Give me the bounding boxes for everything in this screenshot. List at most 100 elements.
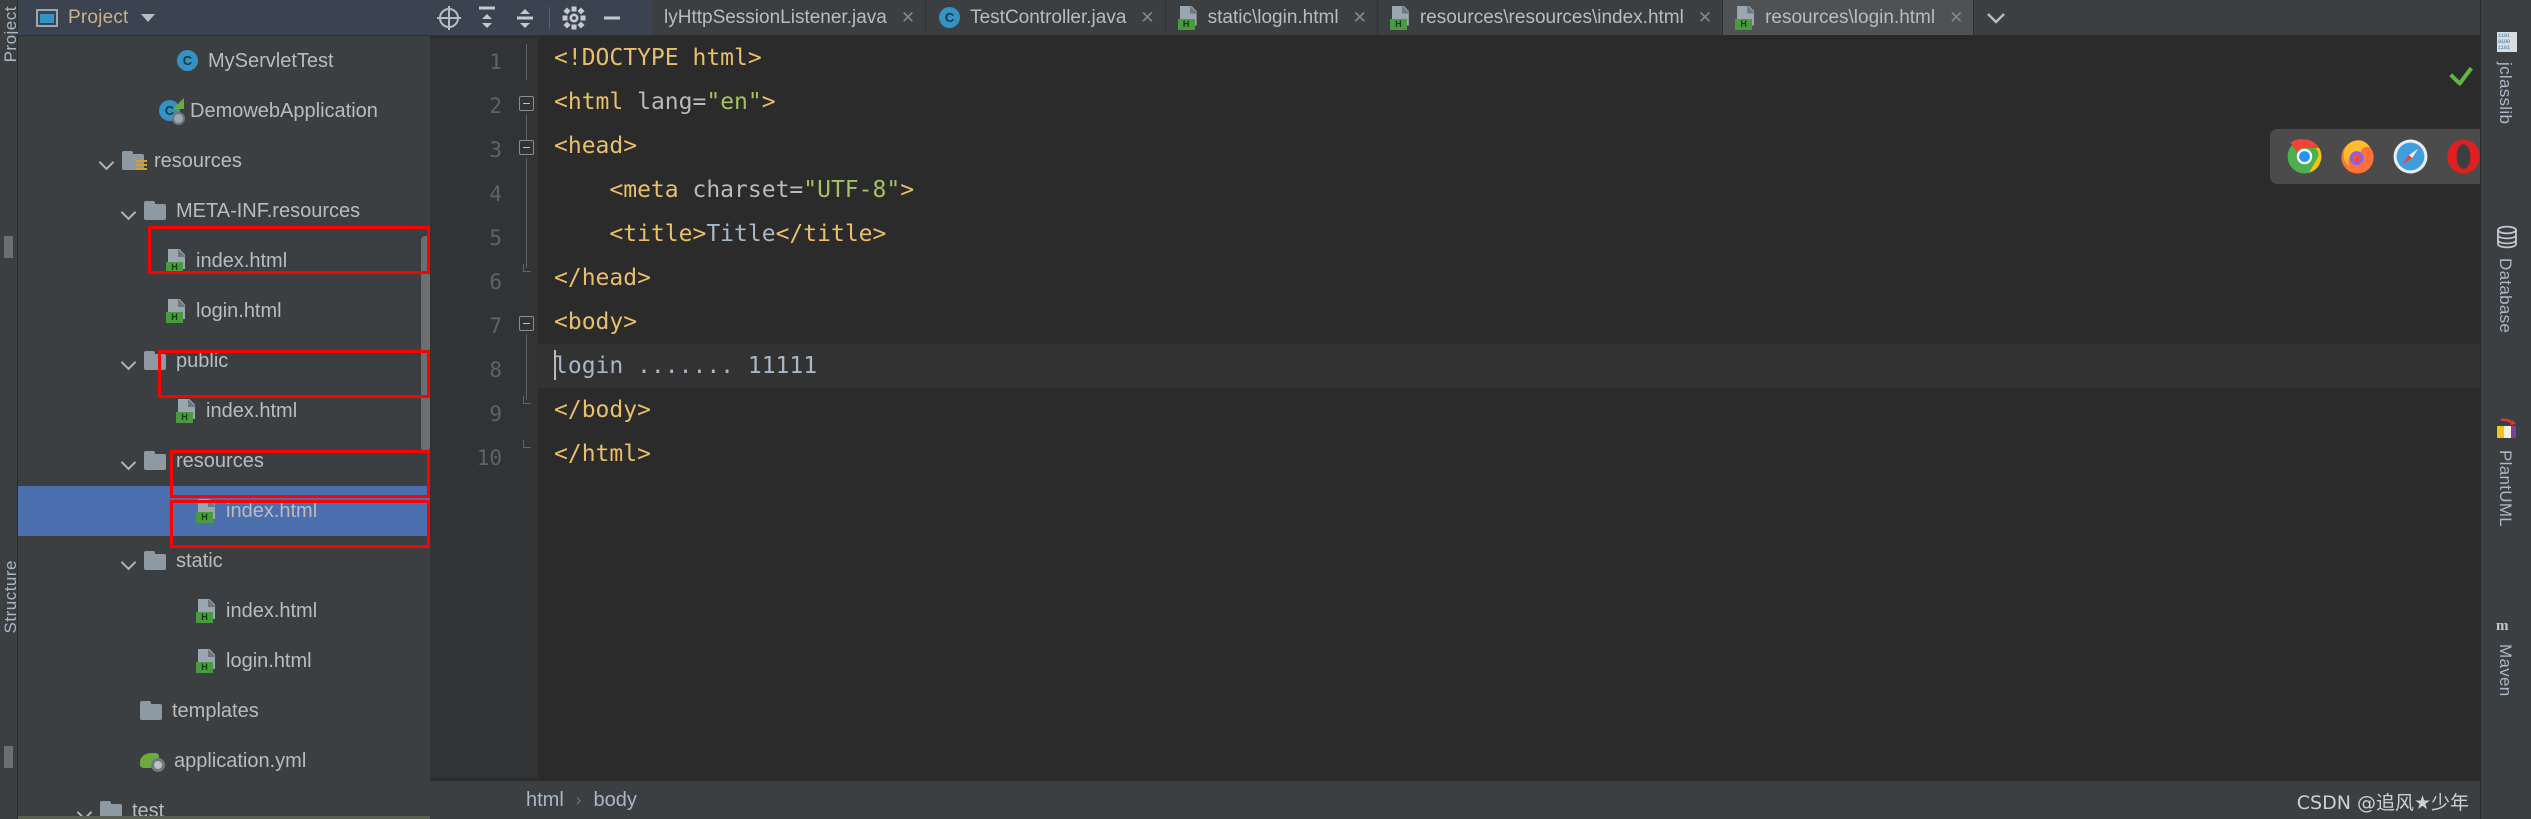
tree-item-label: login.html [196, 299, 282, 322]
tree-item-myservlettest[interactable]: C MyServletTest [18, 36, 430, 86]
code-line-6: </head> [554, 265, 651, 291]
tree-item-public[interactable]: public [18, 336, 430, 386]
tree-item-index-html-public[interactable]: H index.html [18, 386, 430, 436]
breadcrumb-separator-icon: › [575, 790, 582, 809]
editor-tab-active[interactable]: H resources\login.html ✕ [1723, 0, 1975, 35]
fold-marker-head[interactable] [519, 140, 534, 155]
right-tool-plantuml[interactable]: PlantUML [2495, 450, 2515, 527]
fold-marker-html[interactable] [519, 96, 534, 111]
tree-item-templates[interactable]: templates [18, 686, 430, 736]
right-tool-jclasslib[interactable]: jclasslib [2495, 62, 2515, 124]
tree-item-index-html-metainf[interactable]: H index.html [18, 236, 430, 286]
safari-browser-icon[interactable] [2392, 138, 2429, 175]
chevron-down-icon[interactable] [118, 350, 140, 372]
tree-item-static[interactable]: static [18, 536, 430, 586]
tree-item-label: index.html [206, 399, 298, 422]
tab-label: TestController.java [970, 6, 1127, 28]
html-file-icon: H [1389, 5, 1412, 30]
right-tool-database[interactable]: Database [2495, 258, 2515, 333]
html-file-icon: H [166, 249, 188, 273]
code-line-10: </html> [554, 441, 651, 467]
chevron-down-icon[interactable] [118, 450, 140, 472]
line-number: 10 [476, 446, 502, 470]
check-ok-icon [2448, 62, 2474, 88]
chrome-browser-icon[interactable] [2286, 138, 2323, 175]
fold-end-html [523, 440, 531, 448]
close-icon[interactable]: ✕ [1140, 8, 1154, 28]
html-file-icon: H [196, 499, 218, 523]
opera-browser-icon[interactable] [2445, 138, 2482, 175]
tree-item-demowebapplication[interactable]: C DemowebApplication [18, 86, 430, 136]
code-line-5: <title>Title</title> [554, 221, 887, 247]
tree-item-label: META-INF.resources [176, 199, 361, 222]
project-panel-header[interactable]: Project [18, 0, 430, 36]
editor-tab[interactable]: H resources\resources\index.html ✕ [1378, 0, 1724, 35]
tree-item-resources-root[interactable]: resources [18, 136, 430, 186]
breadcrumb-item-body[interactable]: body [593, 789, 636, 812]
java-class-icon: C [176, 49, 200, 73]
chevron-down-icon[interactable] [140, 13, 155, 22]
chevron-down-icon[interactable] [118, 200, 140, 222]
tree-item-resources-nested[interactable]: resources [18, 436, 430, 486]
editor-fold-column[interactable] [516, 36, 538, 781]
editor-tab[interactable]: lyHttpSessionListener.java ✕ [652, 0, 927, 35]
svg-text:1101: 1101 [2498, 45, 2510, 51]
tree-item-test[interactable]: test [18, 786, 430, 819]
tree-item-label: static [176, 549, 223, 572]
tree-item-index-html-static[interactable]: H index.html [18, 586, 430, 636]
tree-item-login-html-metainf[interactable]: H login.html [18, 286, 430, 336]
project-toolbar [430, 0, 652, 36]
tree-item-meta-inf-resources[interactable]: META-INF.resources [18, 186, 430, 236]
tree-scrollbar[interactable] [421, 236, 430, 451]
editor-gutter: 1 2 3 4 5 6 7 8 9 10 [430, 36, 516, 781]
collapse-all-icon[interactable] [506, 0, 544, 36]
tree-item-index-html-resources-selected[interactable]: H index.html [18, 486, 430, 536]
tree-item-label: login.html [226, 649, 312, 672]
line-number: 2 [489, 94, 502, 118]
line-number: 6 [489, 270, 502, 294]
code-line-4: <meta charset="UTF-8"> [554, 177, 915, 203]
editor-tab-bar: lyHttpSessionListener.java ✕ C TestContr… [652, 0, 2531, 36]
tab-label: static\login.html [1207, 6, 1339, 28]
code-content[interactable]: <!DOCTYPE html> <html lang="en"> <head> … [538, 36, 2480, 781]
editor-tab[interactable]: C TestController.java ✕ [926, 0, 1166, 35]
tree-item-application-yml[interactable]: application.yml [18, 736, 430, 786]
close-icon[interactable]: ✕ [901, 8, 915, 28]
tree-item-label: MyServletTest [208, 49, 334, 72]
fold-marker-body[interactable] [519, 316, 534, 331]
watermark: CSDN @追风★少年 [2296, 792, 2469, 814]
breadcrumb-item-html[interactable]: html [526, 789, 564, 812]
firefox-browser-icon[interactable] [2339, 138, 2376, 175]
html-file-icon: H [196, 649, 218, 673]
locate-icon[interactable] [430, 0, 468, 36]
tree-item-label: public [176, 349, 229, 372]
close-icon[interactable]: ✕ [1353, 8, 1367, 28]
code-editor[interactable]: 1 2 3 4 5 6 7 8 9 10 <!DOCTYPE html> <ht… [430, 36, 2531, 781]
tab-overflow-chevron-down-icon[interactable] [1974, 0, 2018, 35]
hide-panel-icon[interactable] [593, 0, 631, 36]
panel-resize-handle-top[interactable] [4, 236, 13, 258]
project-tree[interactable]: C MyServletTest C DemowebApplication res… [18, 36, 430, 819]
tab-label: resources\resources\index.html [1419, 6, 1684, 28]
folder-icon [144, 201, 168, 221]
code-line-7: <body> [554, 309, 638, 335]
line-number: 9 [489, 402, 502, 426]
chevron-down-icon[interactable] [96, 150, 118, 172]
settings-gear-icon[interactable] [555, 0, 593, 36]
expand-all-icon[interactable] [468, 0, 506, 36]
panel-resize-handle-bottom[interactable] [4, 746, 13, 768]
line-number: 1 [489, 50, 502, 74]
breadcrumb[interactable]: html › body [430, 781, 2480, 819]
tab-label: resources\login.html [1765, 6, 1936, 28]
html-file-icon: H [166, 299, 188, 323]
close-icon[interactable]: ✕ [1698, 8, 1712, 28]
tree-item-label: index.html [226, 599, 318, 622]
spring-yml-icon [140, 750, 166, 772]
close-icon[interactable]: ✕ [1949, 8, 1963, 28]
chevron-down-icon[interactable] [118, 550, 140, 572]
folder-icon [144, 551, 168, 571]
tree-item-login-html-static[interactable]: H login.html [18, 636, 430, 686]
editor-tab[interactable]: H static\login.html ✕ [1166, 0, 1378, 35]
right-tool-maven[interactable]: Maven [2495, 644, 2515, 697]
code-line-3: <head> [554, 133, 638, 159]
